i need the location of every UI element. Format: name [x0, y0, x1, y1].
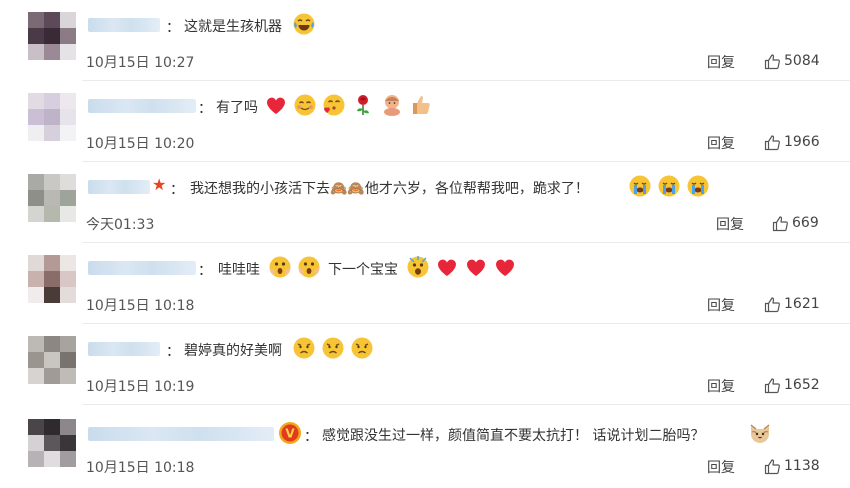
avatar[interactable]	[28, 174, 76, 222]
avatar[interactable]	[28, 93, 76, 141]
comment-text: 我还想我的小孩活下去🙈🙈他才六岁，各位帮帮我吧，跪求了！	[190, 181, 589, 197]
thumbs-up-icon[interactable]	[764, 458, 781, 475]
thumbs-up-icon[interactable]	[764, 134, 781, 151]
username-blurred[interactable]	[88, 261, 196, 275]
member-star-icon: ★	[152, 175, 167, 194]
scream-emoji	[407, 256, 429, 278]
comment-emojis	[264, 93, 433, 117]
comment-item: ： 碧婷真的好美啊 10月15日 10:19 回复 1652	[0, 324, 850, 405]
avatar[interactable]	[28, 12, 76, 60]
heart-emoji	[438, 259, 456, 276]
reply-button[interactable]: 回复	[716, 214, 744, 234]
like-count: 5084	[784, 53, 820, 69]
like-count: 1138	[784, 458, 820, 474]
comment-text: 这就是生孩机器	[184, 19, 282, 35]
thumbs-up-icon[interactable]	[764, 53, 781, 70]
thumbs-up-icon[interactable]	[764, 377, 781, 394]
crying-emoji	[658, 175, 680, 197]
comment-emojis	[292, 336, 374, 360]
heart-emoji	[496, 259, 514, 276]
like-count: 1621	[784, 296, 820, 312]
shocked-emoji	[298, 256, 320, 278]
reply-button[interactable]: 回复	[707, 376, 735, 396]
comment-timestamp: 10月15日 10:27	[86, 55, 195, 71]
colon: ：	[198, 101, 212, 117]
sad-emoji	[351, 337, 373, 359]
comment-timestamp: 10月15日 10:20	[86, 136, 195, 152]
comment-timestamp: 今天01:33	[86, 217, 155, 233]
username-blurred[interactable]	[88, 180, 150, 194]
laugh-cry-emoji	[293, 13, 315, 35]
baby-emoji	[384, 95, 400, 116]
comment-timestamp: 10月15日 10:18	[86, 298, 195, 314]
avatar[interactable]	[28, 336, 76, 384]
svg-text:V: V	[285, 427, 295, 441]
sad-emoji	[293, 337, 315, 359]
sad-emoji	[322, 337, 344, 359]
comment-text: 碧婷真的好美啊	[184, 343, 282, 359]
like-count: 1966	[784, 134, 820, 150]
comment-text: 感觉跟没生过一样，颜值简直不要太抗打！ 话说计划二胎吗？	[322, 428, 705, 444]
colon: ：	[166, 20, 180, 36]
comment-timestamp: 10月15日 10:19	[86, 379, 195, 395]
username-blurred[interactable]	[88, 342, 160, 356]
colon: ：	[170, 182, 184, 198]
kiss-emoji	[323, 94, 345, 116]
reply-button[interactable]: 回复	[707, 457, 735, 477]
username-blurred[interactable]	[88, 427, 274, 441]
like-count: 1652	[784, 377, 820, 393]
heart-emoji	[267, 97, 285, 114]
cat-emoji	[750, 424, 770, 443]
blush-emoji	[294, 94, 316, 116]
like-count: 669	[792, 215, 819, 231]
comment-text: 有了吗	[216, 100, 258, 116]
comment-text-secondary: 下一个宝宝	[328, 262, 398, 278]
comment-text: 哇哇哇	[218, 262, 260, 278]
avatar[interactable]	[28, 255, 76, 303]
crying-emoji	[629, 175, 651, 197]
comment-emojis	[628, 174, 710, 198]
thumbs-up-icon[interactable]	[764, 296, 781, 313]
comment-item: ★ ： 我还想我的小孩活下去🙈🙈他才六岁，各位帮帮我吧，跪求了！ 今天01:33…	[0, 162, 850, 243]
shocked-emoji	[269, 256, 291, 278]
reply-button[interactable]: 回复	[707, 52, 735, 72]
colon: ：	[198, 263, 212, 279]
avatar[interactable]	[28, 419, 76, 467]
comment-emojis	[292, 12, 316, 36]
comment-item: ： 哇哇哇 下一个宝宝 10月15日 10:18 回复 1621	[0, 243, 850, 324]
thumbs-up-icon[interactable]	[772, 215, 789, 232]
comment-emojis	[268, 255, 321, 279]
username-blurred[interactable]	[88, 18, 160, 32]
thumbs-up-emoji	[413, 96, 430, 114]
reply-button[interactable]: 回复	[707, 295, 735, 315]
crying-emoji	[687, 175, 709, 197]
comment-item: ： 有了吗 10月15日 10:20 回复 1966	[0, 81, 850, 162]
comment-timestamp: 10月15日 10:18	[86, 460, 195, 476]
colon: ：	[304, 429, 318, 445]
username-blurred[interactable]	[88, 99, 196, 113]
comment-emojis-secondary	[406, 255, 517, 279]
colon: ：	[166, 344, 180, 360]
heart-emoji	[467, 259, 485, 276]
comment-emojis	[748, 421, 772, 445]
rose-emoji	[357, 95, 369, 115]
comment-item: ： 这就是生孩机器 10月15日 10:27 回复 5084	[0, 0, 850, 81]
comment-item: V ： 感觉跟没生过一样，颜值简直不要太抗打！ 话说计划二胎吗？ 10月15日 …	[0, 405, 850, 486]
verified-v-icon: V	[279, 422, 301, 444]
reply-button[interactable]: 回复	[707, 133, 735, 153]
